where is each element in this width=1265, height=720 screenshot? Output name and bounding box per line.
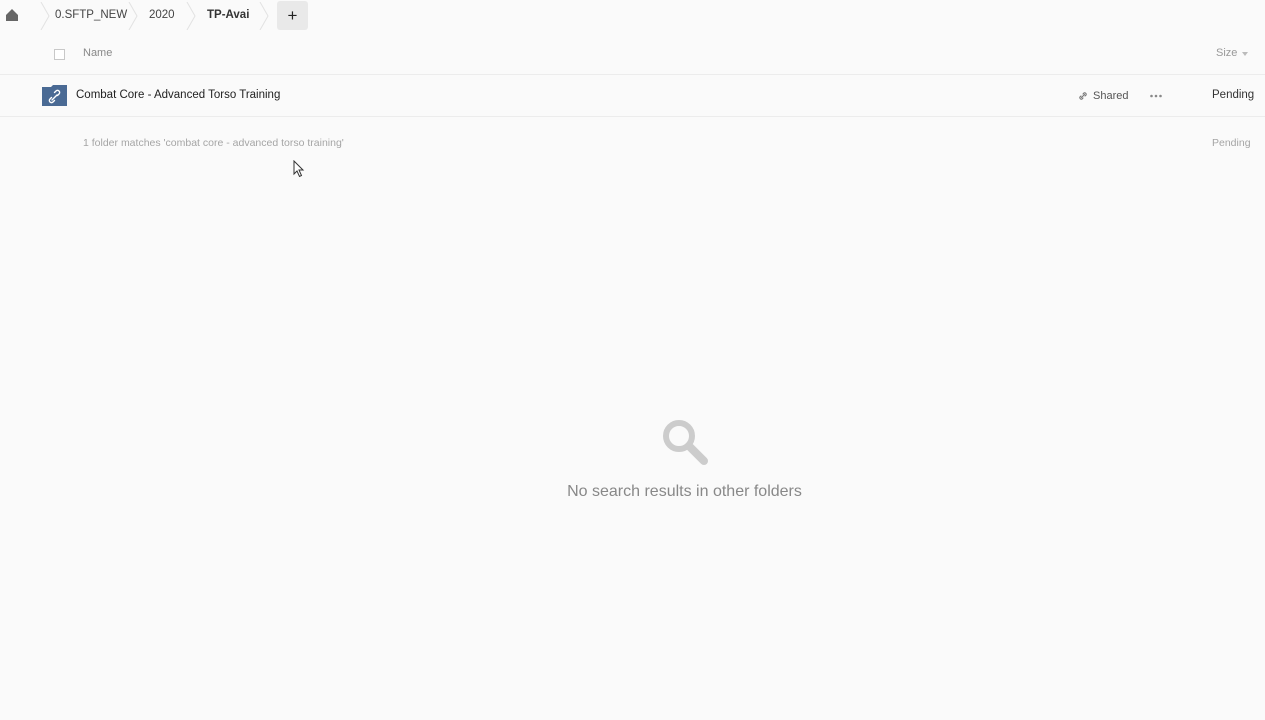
- breadcrumb-item-current[interactable]: TP-Avai: [207, 0, 249, 30]
- folder-name[interactable]: Combat Core - Advanced Torso Training: [76, 89, 280, 101]
- breadcrumb: 0.SFTP_NEW 2020 TP-Avai +: [0, 0, 1265, 32]
- sort-down-icon[interactable]: [1242, 52, 1248, 56]
- shared-folder-icon: [42, 85, 67, 106]
- summary-size: Pending: [1212, 137, 1251, 149]
- add-button[interactable]: +: [277, 1, 308, 30]
- breadcrumb-item-sftp-new[interactable]: 0.SFTP_NEW: [55, 0, 127, 30]
- breadcrumb-separator-icon: [186, 2, 196, 30]
- table-row[interactable]: Combat Core - Advanced Torso Training Sh…: [0, 75, 1265, 117]
- link-icon: [1079, 92, 1087, 100]
- table-header: Name Size: [0, 33, 1265, 75]
- shared-label: Shared: [1093, 90, 1129, 102]
- shared-link[interactable]: Shared: [1077, 89, 1128, 103]
- more-options-icon[interactable]: [1148, 89, 1164, 103]
- breadcrumb-item-2020[interactable]: 2020: [149, 0, 175, 30]
- folder-size: Pending: [1212, 89, 1255, 101]
- select-all-checkbox[interactable]: [54, 49, 65, 60]
- empty-state-message: No search results in other folders: [567, 483, 802, 500]
- breadcrumb-separator-icon: [128, 2, 138, 30]
- size-column-header[interactable]: Size: [1216, 47, 1237, 59]
- name-column-header[interactable]: Name: [83, 47, 112, 59]
- mouse-cursor-icon: [293, 160, 305, 178]
- breadcrumb-separator-icon: [40, 2, 50, 30]
- search-icon: [663, 420, 708, 465]
- search-summary: 1 folder matches 'combat core - advanced…: [83, 137, 344, 149]
- breadcrumb-separator-icon: [259, 2, 269, 30]
- home-icon[interactable]: [4, 6, 20, 24]
